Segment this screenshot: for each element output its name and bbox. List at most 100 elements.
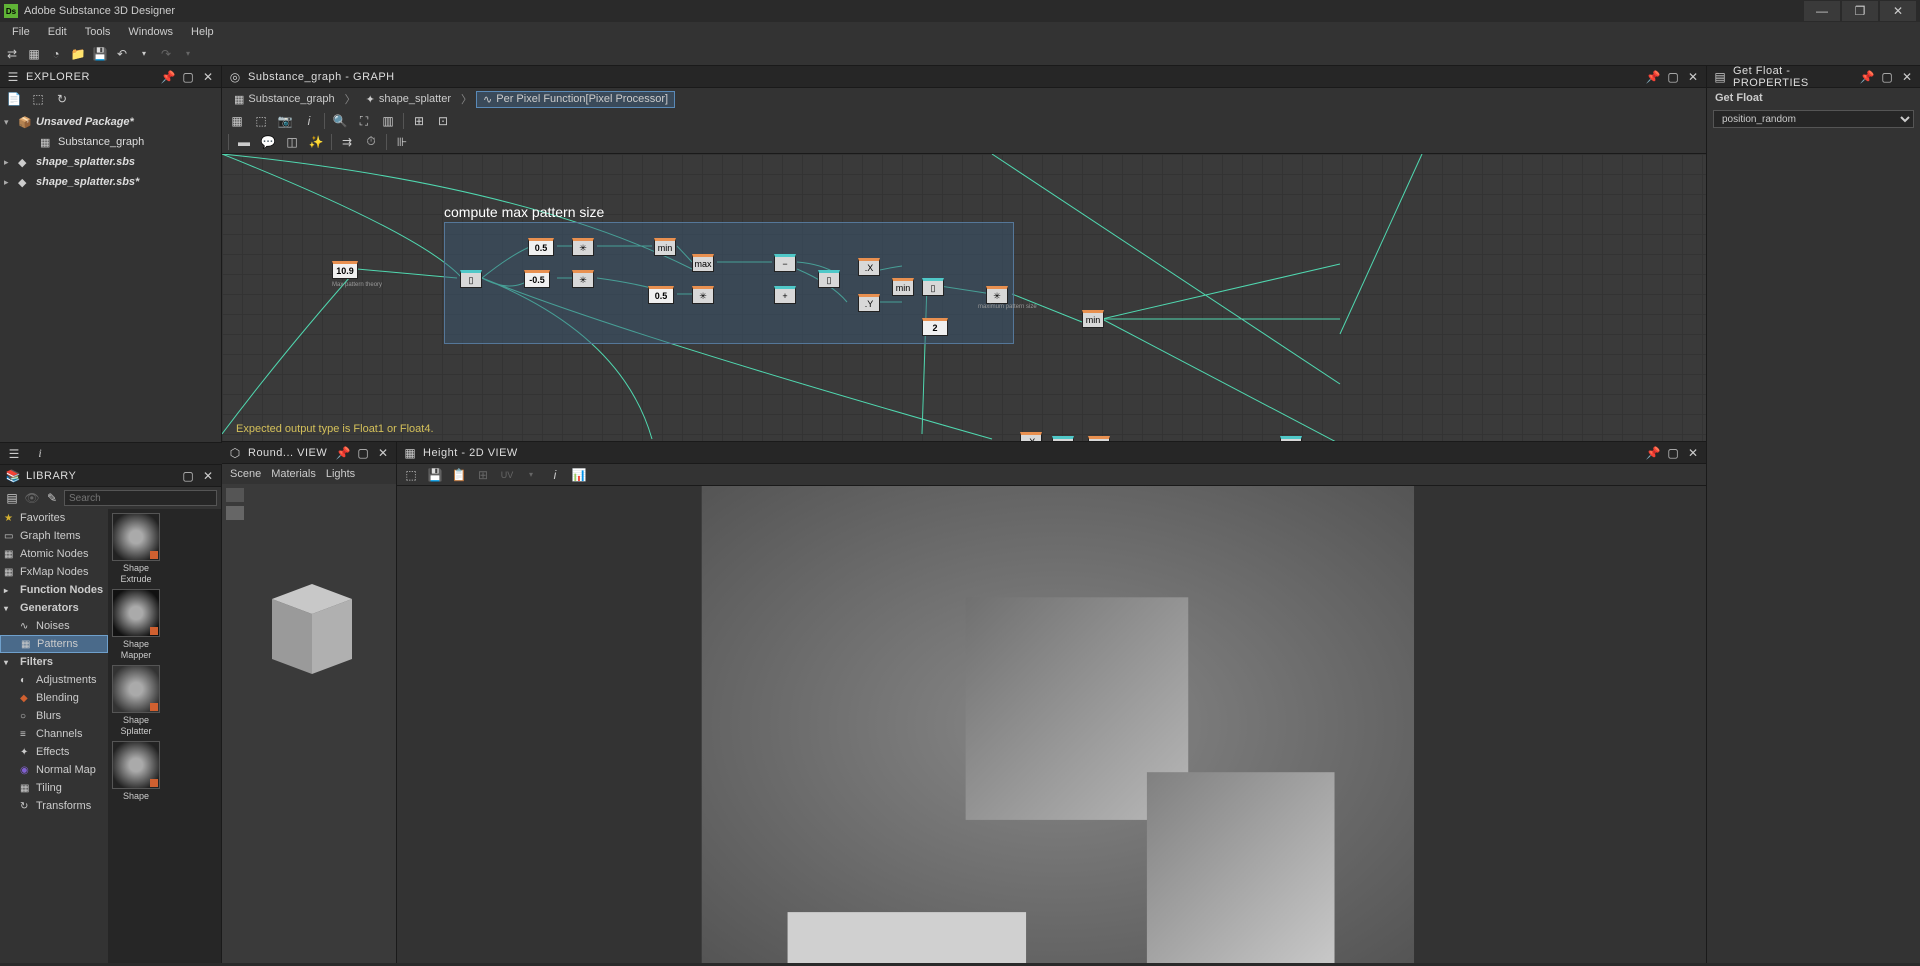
library-tree-item[interactable]: ◉Normal Map: [0, 761, 108, 779]
library-tree-item[interactable]: ▦FxMap Nodes: [0, 563, 108, 581]
node-multiply[interactable]: ✳: [572, 270, 594, 288]
link-icon[interactable]: ⇄: [4, 46, 20, 62]
maximize-panel-icon[interactable]: ▢: [1880, 70, 1894, 84]
tab-lights[interactable]: Lights: [326, 468, 355, 480]
close-panel-icon[interactable]: ✕: [1686, 70, 1700, 84]
chevron-right-icon[interactable]: ▸: [4, 157, 14, 168]
redo-icon[interactable]: ↷: [158, 46, 174, 62]
histogram-icon[interactable]: 📊: [571, 467, 587, 483]
node-min[interactable]: min: [892, 278, 914, 296]
node-op[interactable]: ▯: [460, 270, 482, 288]
fit-icon[interactable]: ⛶: [355, 112, 373, 130]
refresh-icon[interactable]: ↻: [54, 91, 70, 107]
library-tree-item[interactable]: ∿Noises: [0, 617, 108, 635]
compute-icon[interactable]: ▦: [26, 46, 42, 62]
node-op[interactable]: ▯: [922, 278, 944, 296]
node-swizzle-y[interactable]: .Y: [858, 294, 880, 312]
library-tree-item[interactable]: ◐Adjustments: [0, 671, 108, 689]
library-tree-item[interactable]: ★Favorites: [0, 509, 108, 527]
info-icon[interactable]: i: [32, 446, 48, 462]
camera-icon[interactable]: 📷: [276, 112, 294, 130]
library-tree-item[interactable]: ▾Filters: [0, 653, 108, 671]
library-tree-item[interactable]: ◆Blending: [0, 689, 108, 707]
property-dropdown[interactable]: position_random: [1713, 110, 1914, 128]
close-panel-icon[interactable]: ✕: [201, 70, 215, 84]
library-thumbnail[interactable]: Shape Splatter: [112, 665, 160, 737]
comment-icon[interactable]: 💬: [259, 133, 277, 151]
pin-icon[interactable]: 📌: [1860, 70, 1874, 84]
frame-icon[interactable]: ⬚: [252, 112, 270, 130]
breadcrumb-item-active[interactable]: ∿Per Pixel Function[Pixel Processor]: [476, 91, 675, 108]
zoom-icon[interactable]: 🔍: [331, 112, 349, 130]
menu-help[interactable]: Help: [183, 24, 222, 40]
tree-item-sbs[interactable]: ▸ ◆ shape_splatter.sbs: [0, 152, 221, 172]
node-float-05[interactable]: 0.5: [528, 238, 554, 256]
node-multiply[interactable]: ✳: [572, 238, 594, 256]
redo-dropdown-icon[interactable]: ▾: [180, 46, 196, 62]
library-tree-item[interactable]: ↻Transforms: [0, 797, 108, 815]
3d-viewport[interactable]: [222, 484, 396, 963]
graph-canvas[interactable]: compute max pattern size 10.9 Max patter…: [222, 154, 1706, 441]
node-float-05[interactable]: 0.5: [648, 286, 674, 304]
maximize-panel-icon[interactable]: ▢: [356, 446, 370, 460]
maximize-panel-icon[interactable]: ▢: [1666, 446, 1680, 460]
library-tree-item[interactable]: ▦Atomic Nodes: [0, 545, 108, 563]
uv-icon[interactable]: UV: [499, 467, 515, 483]
node-multiply[interactable]: ✳: [692, 286, 714, 304]
library-tree-item[interactable]: ≡Channels: [0, 725, 108, 743]
close-panel-icon[interactable]: ✕: [1686, 446, 1700, 460]
info-icon[interactable]: i: [547, 467, 563, 483]
node-op[interactable]: ▯: [1280, 436, 1302, 441]
copy-icon[interactable]: 📋: [451, 467, 467, 483]
node-op[interactable]: ▯: [818, 270, 840, 288]
tab-scene[interactable]: Scene: [230, 468, 261, 480]
library-tree-item[interactable]: ▭Graph Items: [0, 527, 108, 545]
close-panel-icon[interactable]: ✕: [376, 446, 390, 460]
channels-icon[interactable]: ⊞: [475, 467, 491, 483]
2d-viewport[interactable]: [397, 486, 1706, 963]
node-op[interactable]: [1088, 436, 1110, 441]
pin-icon[interactable]: 📌: [336, 446, 350, 460]
undo-dropdown-icon[interactable]: ▾: [136, 46, 152, 62]
node-op[interactable]: ▯: [1052, 436, 1074, 441]
node-float-2[interactable]: 2: [922, 318, 948, 336]
brush-icon[interactable]: ✎: [44, 490, 60, 506]
pin-icon[interactable]: 📌: [161, 70, 175, 84]
eye-icon[interactable]: 👁: [24, 490, 40, 506]
node-add[interactable]: +: [774, 286, 796, 304]
save-icon[interactable]: ⬚: [403, 467, 419, 483]
maximize-panel-icon[interactable]: ▢: [181, 469, 195, 483]
tree-item-sbs-modified[interactable]: ▸ ◆ shape_splatter.sbs*: [0, 172, 221, 192]
menu-tools[interactable]: Tools: [77, 24, 119, 40]
library-tree-item[interactable]: ▾Generators: [0, 599, 108, 617]
menu-windows[interactable]: Windows: [120, 24, 181, 40]
pin-node-icon[interactable]: ◫: [283, 133, 301, 151]
breadcrumb-item[interactable]: ▦Substance_graph: [228, 92, 341, 107]
tree-item-graph[interactable]: ▦ Substance_graph: [0, 132, 221, 152]
dropdown-icon[interactable]: ▾: [523, 467, 539, 483]
chevron-down-icon[interactable]: ▾: [4, 117, 14, 128]
grid-icon[interactable]: ⊡: [434, 112, 452, 130]
library-search-input[interactable]: [64, 490, 217, 506]
library-tree-item[interactable]: ✦Effects: [0, 743, 108, 761]
layout-icon[interactable]: ⊪: [393, 133, 411, 151]
globe-icon[interactable]: ◔: [48, 46, 64, 62]
flow-icon[interactable]: ⇉: [338, 133, 356, 151]
library-thumbnail[interactable]: Shape Mapper: [112, 589, 160, 661]
library-thumbnail[interactable]: Shape: [112, 741, 160, 802]
filter-icon[interactable]: ▤: [4, 490, 20, 506]
info-icon[interactable]: i: [300, 112, 318, 130]
node-min[interactable]: min: [1082, 310, 1104, 328]
library-tree-item[interactable]: ▦Tiling: [0, 779, 108, 797]
timing-icon[interactable]: ⏱: [362, 133, 380, 151]
select-icon[interactable]: ▦: [228, 112, 246, 130]
open-icon[interactable]: 📁: [70, 46, 86, 62]
undo-icon[interactable]: ↶: [114, 46, 130, 62]
library-tree-item[interactable]: ▦Patterns: [0, 635, 108, 653]
close-panel-icon[interactable]: ✕: [201, 469, 215, 483]
pin-icon[interactable]: 📌: [1646, 446, 1660, 460]
export-icon[interactable]: 💾: [427, 467, 443, 483]
node-float-109[interactable]: 10.9: [332, 261, 358, 279]
save-icon[interactable]: 💾: [92, 46, 108, 62]
new-package-icon[interactable]: 📄: [6, 91, 22, 107]
